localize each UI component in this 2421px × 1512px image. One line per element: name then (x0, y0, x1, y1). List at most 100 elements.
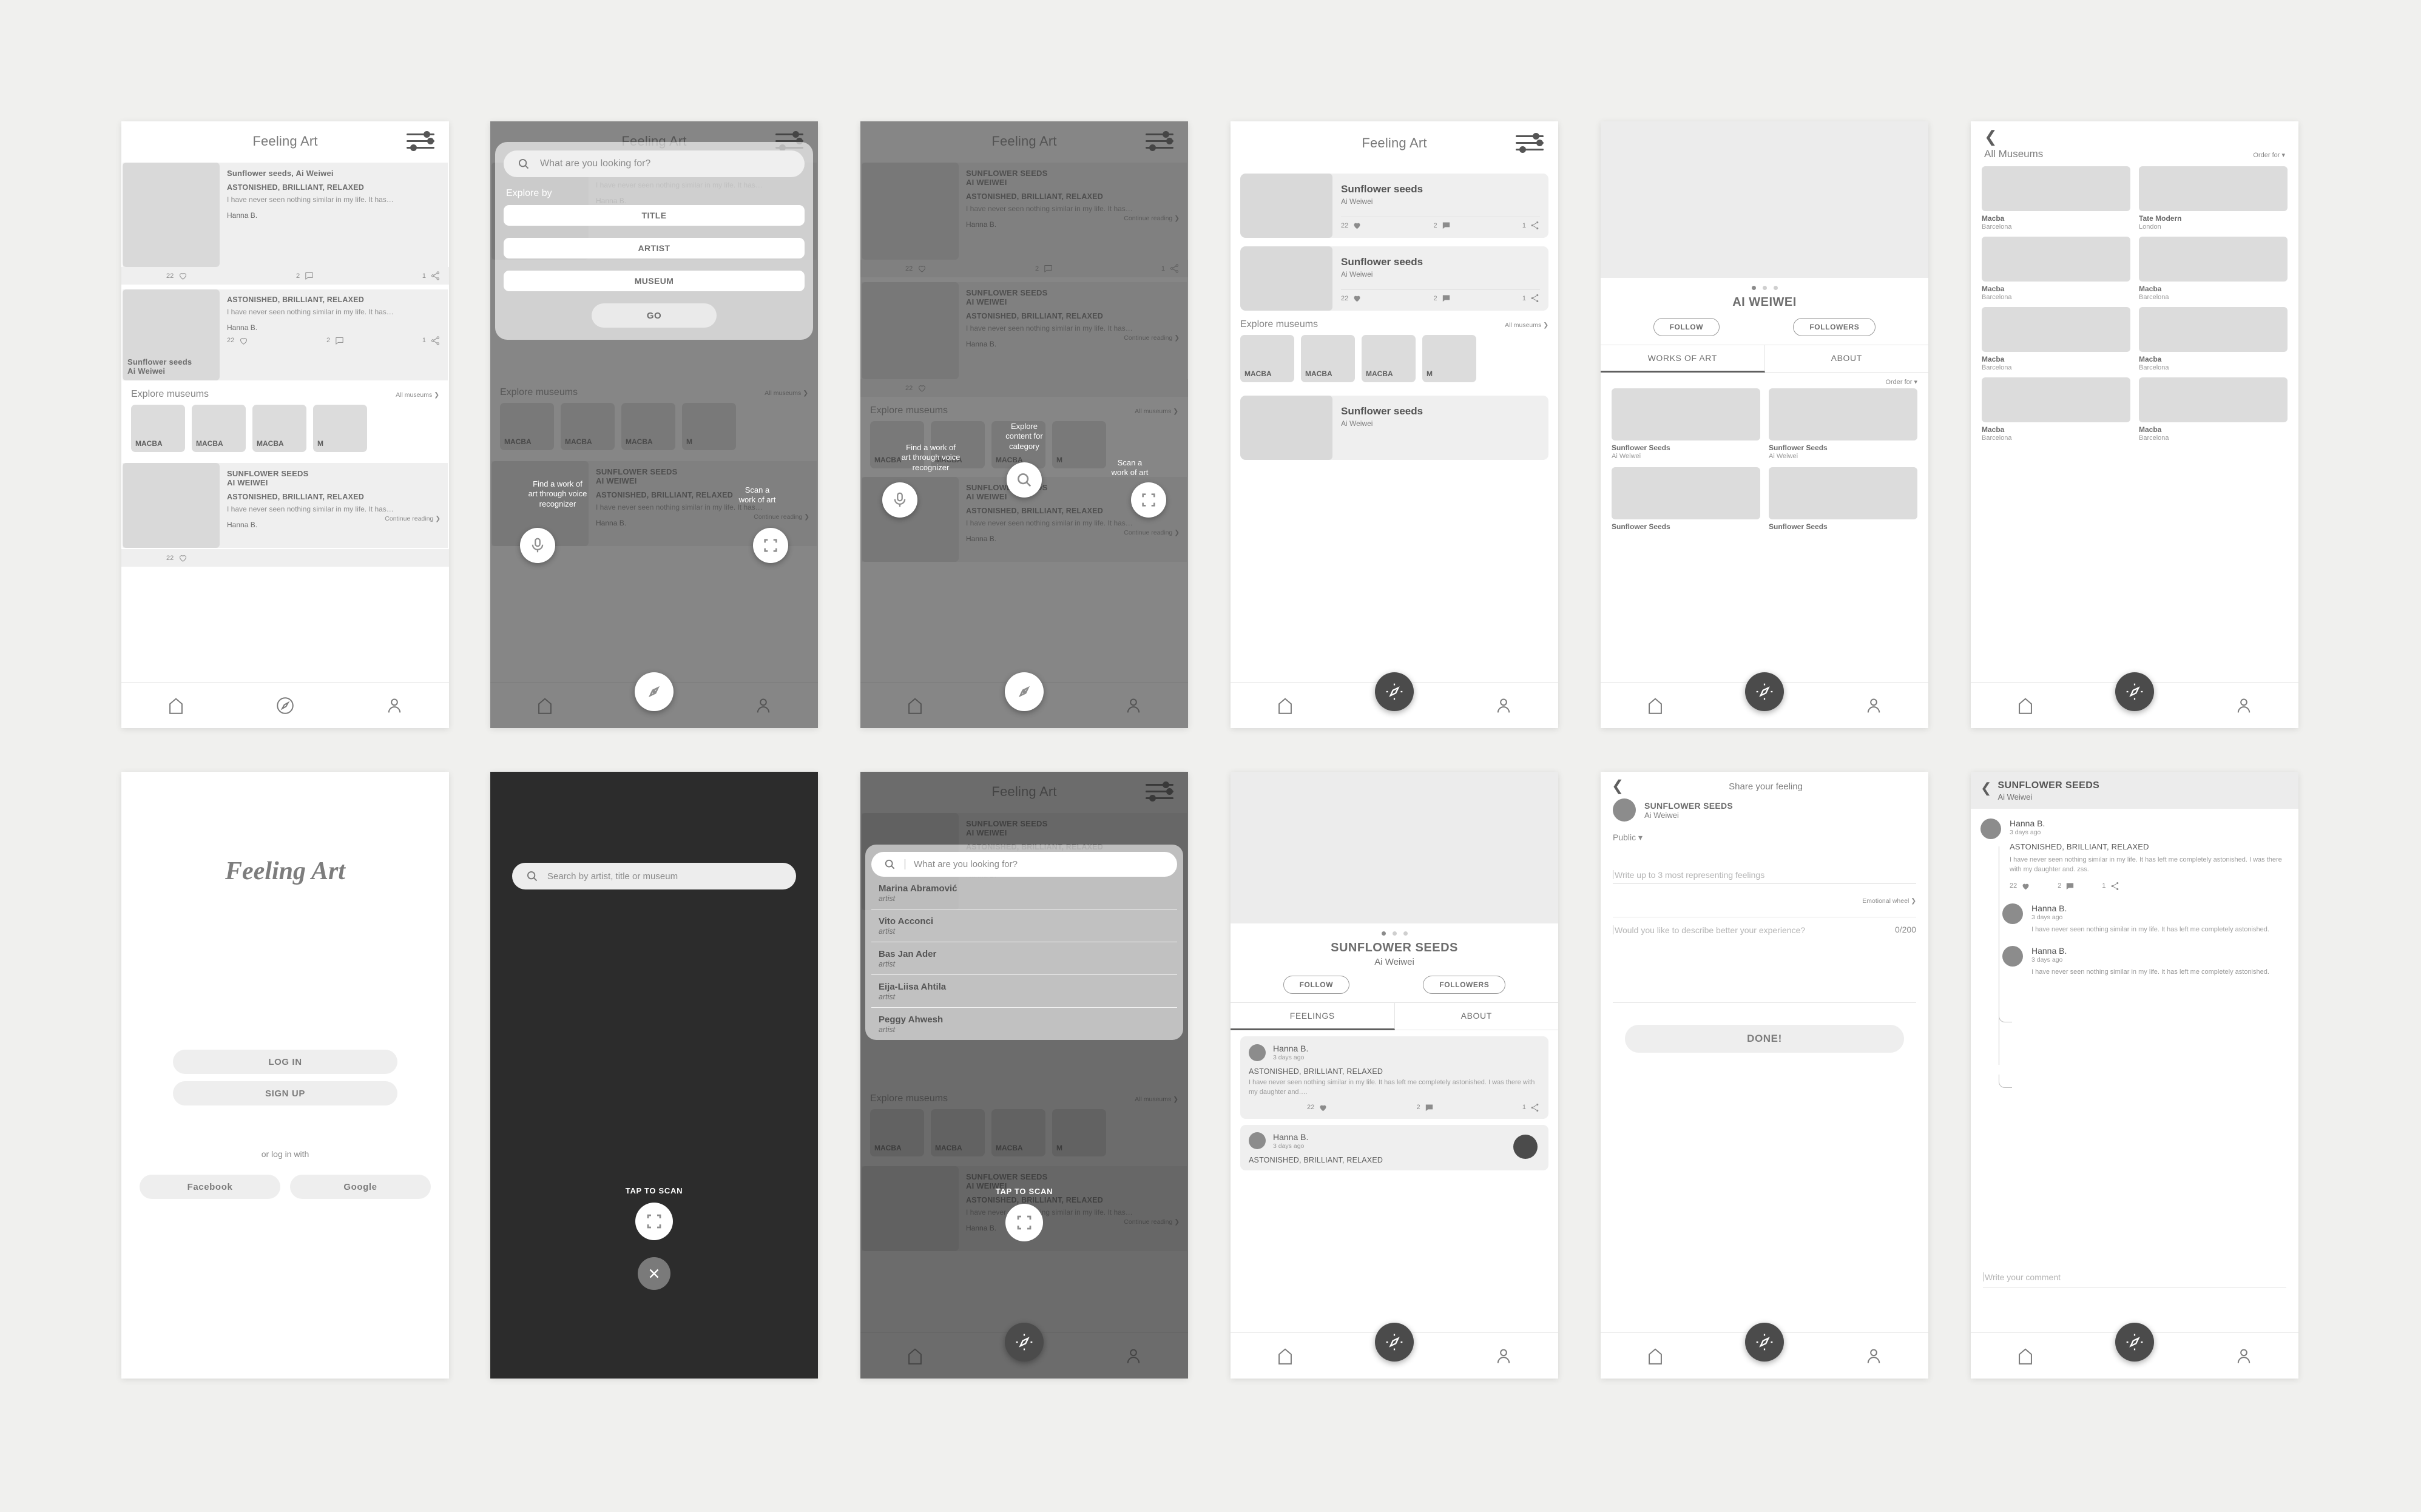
tab-feelings[interactable]: FEELINGS (1231, 1003, 1395, 1030)
share-stat[interactable]: 1 (1522, 220, 1540, 231)
share-stat[interactable]: 1 (422, 336, 441, 346)
home-icon[interactable] (2015, 695, 2036, 716)
suggestion-item[interactable]: Marina Abramović artist (871, 877, 1177, 910)
suggestion-item[interactable]: Eija-Liisa Ahtila artist (871, 975, 1177, 1008)
compass-fab[interactable] (1005, 672, 1044, 711)
all-museums-link[interactable]: All museums ❯ (396, 391, 439, 399)
museum-card[interactable]: Macba Barcelona (1982, 307, 2130, 371)
suggestion-item[interactable]: Peggy Ahwesh artist (871, 1008, 1177, 1040)
profile-icon[interactable] (2234, 1346, 2254, 1366)
google-login-button[interactable]: Google (290, 1175, 431, 1199)
museum-card[interactable]: MACBA (1301, 335, 1355, 382)
museum-card[interactable]: Macba Barcelona (2139, 307, 2288, 371)
feed-post[interactable]: Sunflower seeds, Ai Weiwei ASTONISHED, B… (123, 163, 448, 267)
comment-input[interactable]: Write your comment (1983, 1272, 2286, 1288)
scan-button[interactable] (1131, 482, 1166, 518)
like-stat[interactable]: 22 (2010, 881, 2031, 891)
profile-icon[interactable] (1863, 1346, 1884, 1366)
compass-fab[interactable] (1745, 1323, 1784, 1362)
museum-card[interactable]: Macba Barcelona (2139, 237, 2288, 301)
filter-sliders-icon[interactable] (1516, 133, 1544, 154)
visibility-dropdown[interactable]: Public ▾ (1601, 822, 1928, 843)
comment-stat[interactable]: 2 (2058, 881, 2075, 891)
feed-post[interactable]: Sunflower seeds Ai Weiwei ASTONISHED, BR… (123, 289, 448, 380)
profile-icon[interactable] (1493, 1346, 1514, 1366)
back-chevron-icon[interactable]: ❮ (1980, 780, 1991, 796)
museum-card[interactable]: MACBA (1362, 335, 1416, 382)
work-card[interactable]: Sunflower Seeds (1769, 467, 1917, 531)
compass-fab[interactable] (1745, 672, 1784, 711)
follow-button[interactable]: FOLLOW (1283, 976, 1350, 994)
comment-stat[interactable]: 2 (1417, 1102, 1434, 1113)
login-button[interactable]: LOG IN (173, 1050, 397, 1074)
tab-works-of-art[interactable]: WORKS OF ART (1601, 345, 1765, 373)
museum-card[interactable]: M (313, 405, 367, 452)
comment-stat[interactable]: 2 (296, 271, 314, 281)
compass-fab[interactable] (1375, 672, 1414, 711)
scan-button[interactable] (753, 528, 788, 563)
profile-icon[interactable] (1493, 695, 1514, 716)
museum-card[interactable]: M (1422, 335, 1476, 382)
compass-icon[interactable] (275, 695, 295, 716)
close-scan-button[interactable] (638, 1257, 670, 1290)
carousel-dots[interactable] (1231, 923, 1558, 936)
feeling-card[interactable]: Hanna B. 3 days ago ASTONISHED, BRILLIAN… (1240, 1124, 1548, 1170)
home-icon[interactable] (2015, 1346, 2036, 1366)
followers-button[interactable]: FOLLOWERS (1793, 318, 1876, 336)
museum-card[interactable]: Macba Barcelona (2139, 377, 2288, 442)
like-stat[interactable]: 22 (227, 336, 249, 346)
tab-about[interactable]: ABOUT (1394, 1003, 1558, 1030)
work-card[interactable]: Sunflower Seeds (1612, 467, 1760, 531)
filter-sliders-icon[interactable] (407, 131, 434, 152)
share-stat[interactable]: 1 (1522, 1102, 1540, 1113)
museum-carousel[interactable]: MACBA MACBA MACBA M (1231, 335, 1558, 382)
museum-card[interactable]: Macba Barcelona (1982, 237, 2130, 301)
museum-card[interactable]: MACBA (252, 405, 306, 452)
work-card[interactable]: Sunflower Seeds Ai Weiwei (1612, 388, 1760, 460)
profile-tabs[interactable]: WORKS OF ART ABOUT (1601, 345, 1928, 373)
back-chevron-icon[interactable]: ❮ (1612, 779, 1624, 794)
facebook-login-button[interactable]: Facebook (140, 1175, 280, 1199)
museum-card[interactable]: MACBA (1240, 335, 1294, 382)
compass-fab[interactable] (635, 672, 674, 711)
comment-stat[interactable]: 2 (1434, 293, 1451, 303)
museum-card[interactable]: MACBA (192, 405, 246, 452)
artwork-row[interactable]: Sunflower seeds Ai Weiwei 22 2 1 (1240, 246, 1548, 311)
work-card[interactable]: Sunflower Seeds Ai Weiwei (1769, 388, 1917, 460)
experience-input[interactable]: 0/200 Would you like to describe better … (1613, 917, 1916, 1003)
search-input[interactable]: What are you looking for? (871, 852, 1177, 877)
tab-about[interactable]: ABOUT (1764, 345, 1928, 373)
carousel-dots[interactable] (1601, 278, 1928, 290)
like-stat[interactable]: 22 (1341, 293, 1362, 303)
bottom-tab-bar[interactable] (121, 682, 449, 728)
profile-icon[interactable] (384, 695, 405, 716)
share-stat[interactable]: 1 (1522, 293, 1540, 303)
order-for-dropdown[interactable]: Order for ▾ (2253, 151, 2285, 159)
like-stat[interactable]: 22 (166, 553, 188, 563)
museum-carousel[interactable]: MACBA MACBA MACBA M (121, 405, 449, 452)
back-chevron-icon[interactable]: ❮ (1971, 121, 2298, 144)
scan-shutter-button[interactable] (635, 1203, 673, 1240)
artwork-row[interactable]: Sunflower seeds Ai Weiwei 22 2 1 (1240, 174, 1548, 238)
comment-stat[interactable]: 2 (326, 336, 345, 346)
home-icon[interactable] (1645, 1346, 1666, 1366)
continue-reading-link[interactable]: Continue reading ❯ (385, 515, 441, 524)
all-museums-link[interactable]: All museums ❯ (1505, 322, 1548, 329)
voice-search-button[interactable] (882, 482, 917, 518)
museum-card[interactable]: MACBA (131, 405, 185, 452)
suggestion-item[interactable]: Vito Acconci artist (871, 910, 1177, 942)
suggestion-item[interactable]: Bas Jan Ader artist (871, 942, 1177, 975)
feed-post[interactable]: SUNFLOWER SEEDS AI WEIWEI ASTONISHED, BR… (123, 463, 448, 548)
feeling-card[interactable]: Hanna B. 3 days ago ASTONISHED, BRILLIAN… (1240, 1036, 1548, 1119)
voice-search-button[interactable] (520, 528, 555, 563)
like-stat[interactable]: 22 (166, 271, 188, 281)
home-icon[interactable] (1275, 695, 1295, 716)
scan-shutter-button[interactable] (1005, 1204, 1043, 1241)
followers-button[interactable]: FOLLOWERS (1423, 976, 1506, 994)
profile-icon[interactable] (1863, 695, 1884, 716)
artwork-row[interactable]: Sunflower seeds Ai Weiwei (1240, 396, 1548, 460)
done-button[interactable]: DONE! (1625, 1025, 1904, 1053)
emotional-wheel-link[interactable]: Emotional wheel ❯ (1613, 897, 1916, 905)
compass-fab[interactable] (2115, 1323, 2154, 1362)
signup-button[interactable]: SIGN UP (173, 1081, 397, 1105)
